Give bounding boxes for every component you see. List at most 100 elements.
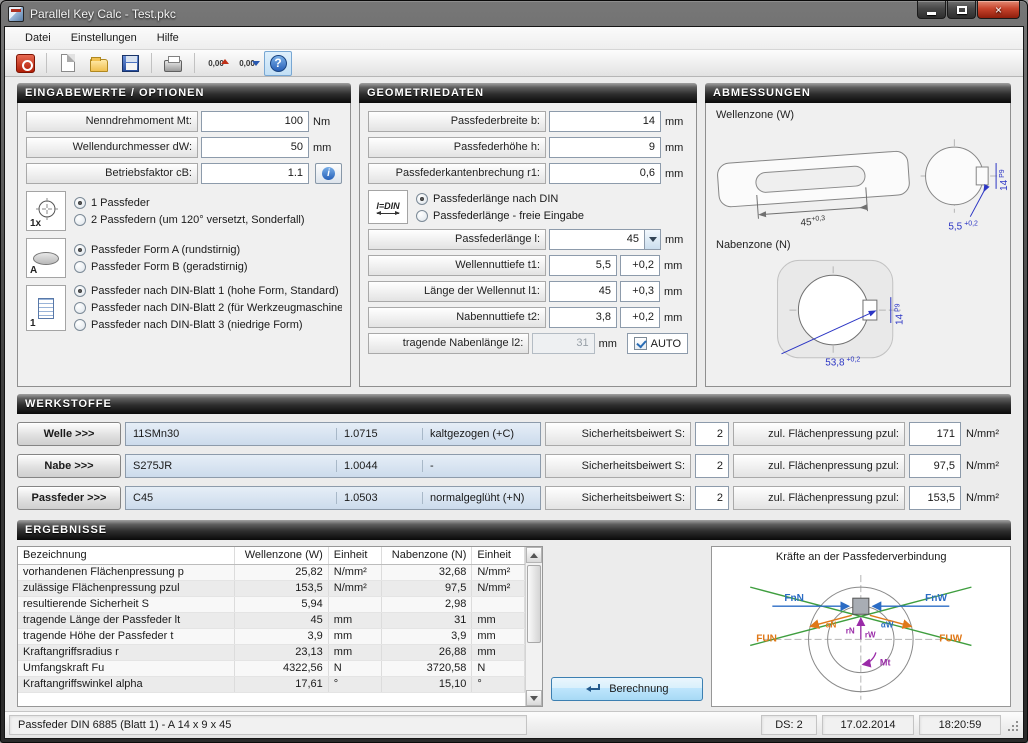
wellennut-laenge-toleranz[interactable]: +0,3 [620,281,660,302]
decimal-decrease-button[interactable]: 0,00 [233,51,261,76]
radio-dot[interactable] [74,197,86,209]
close-button[interactable]: × [977,1,1020,19]
cell: N/mm² [472,564,525,580]
radio-form-b[interactable]: Passfeder Form B (geradstirnig) [74,261,248,273]
radio-din-blatt-1[interactable]: Passfeder nach DIN-Blatt 1 (hohe Form, S… [74,285,342,297]
maximize-button[interactable] [947,1,976,19]
passfederbreite-input[interactable]: 14 [549,111,661,132]
open-file-button[interactable] [85,51,113,76]
radio-label: 2 Passfedern (um 120° versetzt, Sonderfa… [91,214,305,226]
radio-dot[interactable] [74,285,86,297]
sicherheitsbeiwert-label: Sicherheitsbeiwert S: [545,454,691,478]
info-button[interactable]: i [315,163,342,184]
wellendurchmesser-row: Wellendurchmesser dW: 50 mm [26,137,342,158]
svg-text:53,8+0,2: 53,8+0,2 [825,357,860,369]
statusbar: Passfeder DIN 6885 (Blatt 1) - A 14 x 9 … [5,711,1023,738]
radio-dot[interactable] [74,302,86,314]
wellennuttiefe-input[interactable]: 5,5 [549,255,617,276]
titlebar[interactable]: Parallel Key Calc - Test.pkc × [4,1,1024,26]
passfederlaenge-combobox[interactable]: 45 [549,229,661,250]
table-scrollbar[interactable] [525,547,542,706]
radio-label: Passfederlänge nach DIN [433,193,558,205]
cell: mm [472,612,525,628]
decimal-increase-button[interactable]: 0,00 [202,51,230,76]
geometrie-header: GEOMETRIEDATEN [359,83,697,103]
toolbar-separator [151,53,152,73]
chevron-down-icon[interactable] [644,229,661,250]
berechnung-button[interactable]: Berechnung [551,677,703,701]
sicherheitsbeiwert-input[interactable]: 2 [695,486,729,510]
nenndrehmoment-unit: Nm [312,116,332,128]
cell: N/mm² [472,580,525,596]
radio-2-passfedern[interactable]: 2 Passfedern (um 120° versetzt, Sonderfa… [74,214,305,226]
auto-checkbox-wrap: AUTO [627,333,688,354]
radio-din-blatt-2[interactable]: Passfeder nach DIN-Blatt 2 (für Werkzeug… [74,302,342,314]
betriebsfaktor-input[interactable]: 1.1 [201,163,309,184]
wellendurchmesser-input[interactable]: 50 [201,137,309,158]
radio-form-a[interactable]: Passfeder Form A (rundstirnig) [74,244,248,256]
passfeder-material-button[interactable]: Passfeder >>> [17,486,121,510]
scrollbar-thumb[interactable] [527,565,541,643]
passfederbreite-row: Passfederbreite b: 14 mm [368,111,688,132]
status-date: 17.02.2014 [822,715,914,735]
welle-material-button[interactable]: Welle >>> [17,422,121,446]
minimize-button[interactable] [917,1,946,19]
wellennut-laenge-input[interactable]: 45 [549,281,617,302]
radio-laenge-frei[interactable]: Passfederlänge - freie Eingabe [416,210,584,222]
radio-laenge-din[interactable]: Passfederlänge nach DIN [416,193,584,205]
sicherheitsbeiwert-input[interactable]: 2 [695,422,729,446]
passfederhoehe-unit: mm [664,142,684,154]
radio-dot[interactable] [74,261,86,273]
nabe-material-button[interactable]: Nabe >>> [17,454,121,478]
exit-button[interactable] [11,51,39,76]
cell: resultierende Sicherheit S [18,596,234,612]
auto-checkbox[interactable] [634,337,647,350]
cell: 32,68 [381,564,472,580]
scrollbar-track[interactable] [526,563,542,690]
passfederlaenge-row: Passfederlänge l: 45 mm [368,229,688,250]
nabennuttiefe-input[interactable]: 3,8 [549,307,617,328]
material-treatment: - [422,460,540,472]
radio-dot[interactable] [74,244,86,256]
passfederhoehe-input[interactable]: 9 [549,137,661,158]
flaechenpressung-label: zul. Flächenpressung pzul: [733,486,905,510]
help-button[interactable]: ? [264,51,292,76]
sicherheitsbeiwert-input[interactable]: 2 [695,454,729,478]
new-file-button[interactable] [54,51,82,76]
nabennuttiefe-label: Nabennuttiefe t2: [368,307,546,328]
svg-text:5,5+0,2: 5,5+0,2 [948,221,978,233]
radio-din-blatt-3[interactable]: Passfeder nach DIN-Blatt 3 (niedrige For… [74,319,342,331]
resize-grip[interactable] [1006,719,1019,732]
status-dataset: DS: 2 [761,715,817,735]
scroll-up-button[interactable] [526,547,542,563]
kantenbrechung-input[interactable]: 0,6 [549,163,661,184]
wellennut-laenge-unit: mm [663,286,683,298]
welle-row: Welle >>> 11SMn30 1.0715 kaltgezogen (+C… [17,422,1011,446]
svg-text:rW: rW [865,631,876,640]
eingabe-header: EINGABEWERTE / OPTIONEN [17,83,351,103]
print-button[interactable] [159,51,187,76]
scroll-down-button[interactable] [526,690,542,706]
radio-dot[interactable] [74,319,86,331]
menu-datei[interactable]: Datei [15,28,61,48]
radio-1-passfeder[interactable]: 1 Passfeder [74,197,305,209]
blatt-icon-label: 1 [30,318,36,329]
menu-einstellungen[interactable]: Einstellungen [61,28,147,48]
radio-dot[interactable] [416,210,428,222]
cell: Kraftangriffswinkel alpha [18,676,234,692]
nabennuttiefe-toleranz[interactable]: +0,2 [620,307,660,328]
save-file-button[interactable] [116,51,144,76]
menu-hilfe[interactable]: Hilfe [147,28,189,48]
material-name: S275JR [126,460,336,472]
nenndrehmoment-input[interactable]: 100 [201,111,309,132]
radio-dot[interactable] [74,214,86,226]
svg-text:45+0,3: 45+0,3 [800,215,826,229]
radio-dot[interactable] [416,193,428,205]
werkstoffe-rows: Welle >>> 11SMn30 1.0715 kaltgezogen (+C… [17,414,1011,520]
passfeder-form-group: A Passfeder Form A (rundstirnig) [26,238,342,278]
wellennuttiefe-toleranz[interactable]: +0,2 [620,255,660,276]
svg-text:Mt: Mt [880,658,891,668]
info-icon: i [322,167,335,180]
app-icon[interactable] [8,6,24,22]
passfederlaenge-value[interactable]: 45 [549,229,644,250]
